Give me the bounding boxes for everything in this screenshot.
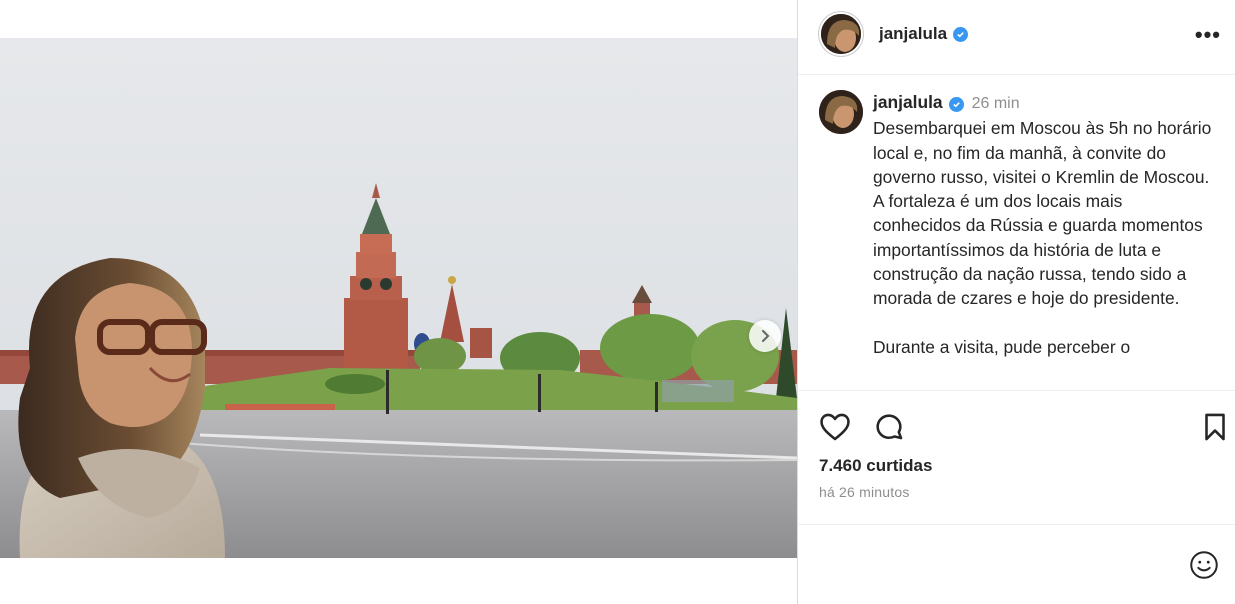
heart-icon[interactable] bbox=[818, 410, 852, 449]
post-header: janjalula ••• bbox=[798, 0, 1235, 68]
chevron-right-icon bbox=[758, 329, 772, 343]
post-timestamp: há 26 minutos bbox=[819, 484, 910, 500]
caption-text: janjalula 26 min Desembarquei em Moscou à… bbox=[873, 90, 1213, 359]
more-options-button[interactable]: ••• bbox=[1195, 22, 1221, 48]
bookmark-icon[interactable] bbox=[1198, 410, 1232, 449]
caption-username[interactable]: janjalula bbox=[873, 92, 943, 112]
emoji-icon[interactable] bbox=[1187, 548, 1221, 587]
post-author-username[interactable]: janjalula bbox=[879, 24, 947, 44]
caption-paragraph: Desembarquei em Moscou às 5h no horário … bbox=[873, 118, 1212, 309]
caption-avatar[interactable] bbox=[819, 90, 863, 134]
header-divider bbox=[798, 74, 1235, 75]
caption-timestamp: 26 min bbox=[971, 95, 1020, 112]
verified-badge-icon bbox=[948, 97, 964, 112]
caption-divider bbox=[798, 390, 1235, 391]
carousel-next-button[interactable] bbox=[749, 320, 781, 352]
avatar[interactable] bbox=[819, 12, 863, 56]
verified-badge-icon bbox=[953, 26, 969, 42]
comment-divider bbox=[798, 524, 1235, 525]
likes-count[interactable]: 7.460 curtidas bbox=[819, 456, 932, 476]
caption-paragraph: Durante a visita, pude perceber o bbox=[873, 336, 1131, 357]
action-bar bbox=[818, 410, 1228, 446]
instagram-post-view: janjalula ••• janjalula 26 min Desembarq… bbox=[0, 0, 1235, 604]
caption: janjalula 26 min Desembarquei em Moscou à… bbox=[819, 90, 1213, 359]
comment-icon[interactable] bbox=[872, 410, 906, 449]
media-pane bbox=[0, 0, 797, 604]
post-photo[interactable] bbox=[0, 38, 797, 558]
caption-area: janjalula 26 min Desembarquei em Moscou à… bbox=[798, 76, 1235, 390]
post-sidebar: janjalula ••• janjalula 26 min Desembarq… bbox=[798, 0, 1235, 604]
